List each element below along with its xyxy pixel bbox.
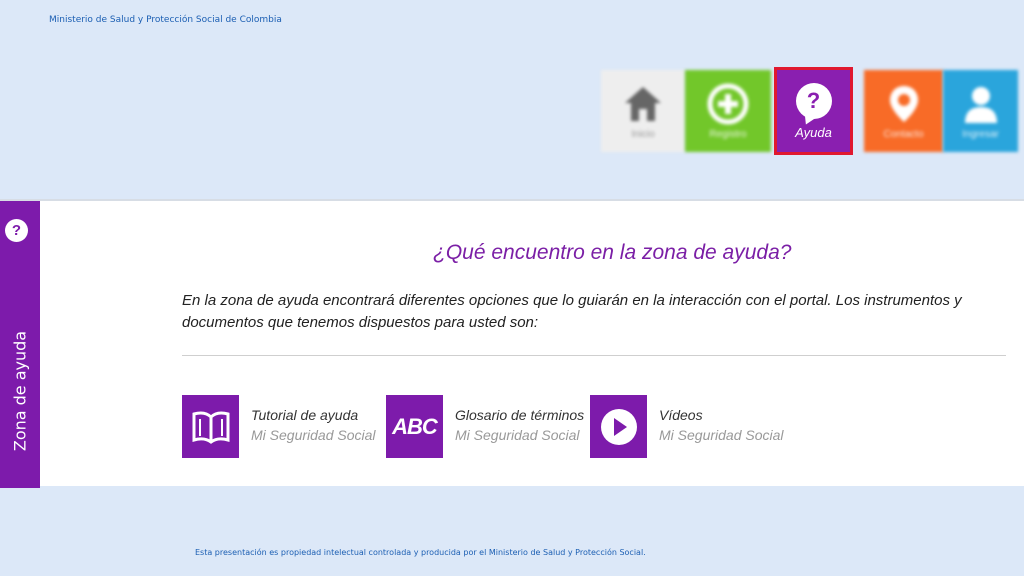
nav-item-label: Ayuda [795,124,832,140]
top-nav: Inicio Registro Contacto Ingresar ? Ayud… [601,67,1018,155]
option-subtitle: Mi Seguridad Social [455,427,580,443]
option-tutorial[interactable]: Tutorial de ayuda Mi Seguridad Social [182,395,376,458]
abc-icon-text: ABC [392,413,438,439]
plus-icon [707,83,749,125]
nav-item-label: Contacto [883,128,924,140]
intro-text: En la zona de ayuda encontrará diferente… [182,292,962,331]
nav-item-label: Ingresar [962,128,999,140]
nav-item-contacto[interactable]: Contacto [864,70,943,152]
option-title: Tutorial de ayuda [251,407,359,423]
location-pin-icon [883,83,925,125]
sidebar-label: Zona de ayuda [10,330,30,452]
option-glosario[interactable]: ABC Glosario de términos Mi Seguridad So… [386,395,584,458]
nav-item-ayuda[interactable]: ? Ayuda [774,67,853,155]
nav-item-registro[interactable]: Registro [685,70,771,152]
help-zone-sidebar: ? Zona de ayuda [0,201,40,488]
option-title: Glosario de términos [455,407,585,423]
nav-item-label: Inicio [631,128,655,140]
nav-item-ingresar[interactable]: Ingresar [943,70,1018,152]
home-icon [622,83,664,125]
user-icon [960,83,1002,125]
help-zone-panel: ? Zona de ayuda ¿Qué encuentro en la zon… [0,199,1024,488]
page-title: ¿Qué encuentro en la zona de ayuda? [433,241,792,264]
option-subtitle: Mi Seguridad Social [251,427,376,443]
nav-item-label: Registro [709,128,747,140]
help-icon: ? [795,82,832,119]
footer-text: Esta presentación es propiedad intelectu… [195,548,646,557]
nav-item-inicio[interactable]: Inicio [601,70,685,152]
divider [182,355,1006,356]
abc-icon: ABC [386,395,443,458]
option-subtitle: Mi Seguridad Social [659,427,784,443]
option-title: Vídeos [659,407,703,423]
help-icon: ? [5,219,28,242]
ministry-title: Ministerio de Salud y Protección Social … [49,15,282,25]
play-icon [590,395,647,458]
option-videos[interactable]: Vídeos Mi Seguridad Social [590,395,784,458]
book-icon [182,395,239,458]
